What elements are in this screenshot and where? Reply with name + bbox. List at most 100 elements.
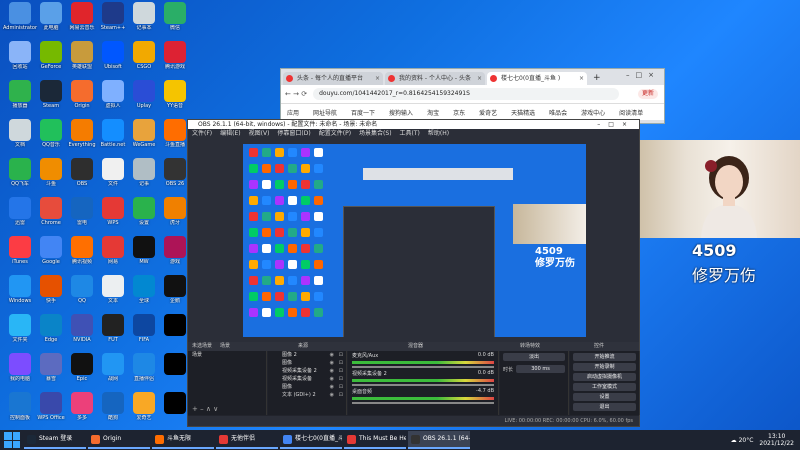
source-item[interactable]: 图像 ◉ ⊡	[268, 383, 346, 391]
obs-menu-item[interactable]: 工具(T)	[400, 130, 420, 137]
browser-tab[interactable]: 头条 - 每个人的直播平台 ×	[283, 72, 383, 85]
preview-desktop-icon	[262, 196, 271, 205]
source-item[interactable]: 图像 ◉ ⊡	[268, 359, 346, 367]
control-button[interactable]: 工作室模式	[573, 383, 636, 391]
new-tab-button[interactable]: +	[589, 72, 605, 85]
lock-icon[interactable]: ⊡	[339, 391, 343, 399]
forward-icon[interactable]: →	[293, 90, 299, 98]
back-icon[interactable]: ←	[285, 90, 291, 98]
taskbar-item[interactable]: Steam 登录	[24, 431, 86, 449]
obs-menu-item[interactable]: 场景集合(S)	[359, 130, 392, 137]
control-button[interactable]: 开始推流	[573, 353, 636, 361]
url-input[interactable]: douyu.com/1041442017_r=0.816425415932491…	[313, 88, 620, 100]
browser-tab[interactable]: 我的资料 - 个人中心 - 头条 ×	[385, 72, 485, 85]
bookmark-item[interactable]: 天猫精选	[511, 108, 535, 117]
app-icon	[411, 434, 420, 444]
obs-menu-item[interactable]: 文件(F)	[192, 130, 212, 137]
close-icon[interactable]: ×	[375, 72, 380, 85]
scene-item[interactable]: 场景	[188, 351, 266, 359]
bookmark-item[interactable]: 应用	[287, 108, 299, 117]
lock-icon[interactable]: ⊡	[339, 367, 343, 375]
lock-icon[interactable]: ⊡	[339, 375, 343, 383]
taskbar-item[interactable]: 楼七七0(0直播_斗...	[280, 431, 342, 449]
visibility-icon[interactable]: ◉	[330, 375, 334, 383]
visibility-icon[interactable]: ◉	[330, 367, 334, 375]
no-scene-label: 未选场景	[192, 343, 213, 349]
close-icon[interactable]: ×	[477, 72, 482, 85]
bookmark-item[interactable]: 百度一下	[351, 108, 375, 117]
source-item[interactable]: 文本 (GDI+) 2 ◉ ⊡	[268, 391, 346, 399]
weather-icon[interactable]: ☁	[731, 437, 737, 444]
app-icon	[164, 275, 186, 297]
preview-desktop-icon	[275, 292, 284, 301]
volume-slider[interactable]	[352, 384, 494, 386]
weather-temp[interactable]: 20°C	[739, 437, 754, 444]
app-icon	[164, 392, 186, 414]
control-button[interactable]: 开始录制	[573, 363, 636, 371]
obs-menu-item[interactable]: 停靠窗口(D)	[277, 130, 310, 137]
preview-desktop-icon	[301, 276, 310, 285]
control-button[interactable]: 启动虚拟摄像机	[573, 373, 636, 381]
close-icon[interactable]: ×	[579, 72, 584, 85]
bookmark-item[interactable]: 搜狗输入	[389, 108, 413, 117]
bookmark-item[interactable]: 网址导航	[313, 108, 337, 117]
clock[interactable]: 13:10 2021/12/22	[759, 433, 794, 447]
source-label: 文本 (GDI+) 2	[282, 392, 316, 398]
control-button[interactable]: 退出	[573, 403, 636, 411]
bookmark-item[interactable]: 京东	[453, 108, 465, 117]
bookmark-item[interactable]: 游戏中心	[581, 108, 605, 117]
update-button[interactable]: 更新	[637, 89, 658, 99]
taskbar-item[interactable]: Origin	[88, 431, 150, 449]
taskbar-item[interactable]: OBS 26.1.1 (64-bit...	[408, 431, 470, 449]
obs-menu-item[interactable]: 帮助(H)	[428, 130, 449, 137]
source-item[interactable]: 图像 2 ◉ ⊡	[268, 351, 346, 359]
visibility-icon[interactable]: ◉	[330, 391, 334, 399]
source-item[interactable]: 视频采集设备 2 ◉ ⊡	[268, 367, 346, 375]
obs-menu-item[interactable]: 编辑(E)	[220, 130, 240, 137]
obs-menu-item[interactable]: 视图(V)	[249, 130, 270, 137]
taskbar-item[interactable]: This Must Be Hell...	[344, 431, 406, 449]
volume-slider[interactable]	[352, 402, 494, 404]
bookmark-item[interactable]: 唯品会	[549, 108, 567, 117]
start-button[interactable]	[4, 432, 20, 448]
bookmark-item[interactable]: 淘宝	[427, 108, 439, 117]
browser-tab-active[interactable]: 楼七七0(0直播_斗鱼 ) ×	[487, 72, 587, 85]
obs-statusbar: LIVE: 00:00:00 REC: 00:00:00 CPU: 6.0%, …	[188, 416, 639, 426]
bookmark-item[interactable]: 阅读清单	[619, 108, 643, 117]
lock-icon[interactable]: ⊡	[339, 351, 343, 359]
taskbar-item[interactable]: 斗鱼无限	[152, 431, 214, 449]
lock-icon[interactable]: ⊡	[339, 383, 343, 391]
browser-window[interactable]: 头条 - 每个人的直播平台 × 我的资料 - 个人中心 - 头条 × 楼七七0(0直…	[280, 68, 665, 124]
app-icon	[133, 119, 155, 141]
window-controls[interactable]: –□×	[597, 120, 635, 129]
sources-dock: 来源 图像 2 ◉ ⊡ 图像 ◉ ⊡ 视频采集设备 2 ◉ ⊡ 视频采集设备 ◉ ⊡ 图像 ◉ ⊡ 文本 (G…	[268, 343, 347, 415]
app-icon	[40, 2, 62, 24]
desktop-icon[interactable]: YY语音	[157, 80, 193, 118]
volume-slider[interactable]	[352, 366, 494, 368]
obs-window[interactable]: OBS 26.1.1 (64-bit, windows) - 配置文件: 未命名…	[187, 119, 640, 427]
volume-meter	[352, 361, 494, 364]
desktop-icon[interactable]: 腾讯游戏	[157, 41, 193, 79]
window-controls[interactable]: –□×	[626, 71, 660, 79]
preview-name: 修罗万伤	[535, 258, 575, 269]
desktop-icon[interactable]: 微信	[157, 2, 193, 40]
duration-input[interactable]: 300 ms	[516, 365, 565, 373]
transition-select[interactable]: 淡出	[503, 353, 565, 361]
source-item[interactable]: 视频采集设备 ◉ ⊡	[268, 375, 346, 383]
obs-menu-item[interactable]: 配置文件(P)	[319, 130, 351, 137]
taskbar-item[interactable]: 无他伴侣	[216, 431, 278, 449]
lock-icon[interactable]: ⊡	[339, 359, 343, 367]
control-button[interactable]: 设置	[573, 393, 636, 401]
reload-icon[interactable]: ⟳	[301, 90, 307, 98]
visibility-icon[interactable]: ◉	[330, 351, 334, 359]
bookmarks-bar: 应用 网址导航 百度一下 搜狗输入 淘宝 京东 爱奇艺 天猫精选 唯品会 游戏中心 阅读清单	[281, 103, 664, 120]
visibility-icon[interactable]: ◉	[330, 359, 334, 367]
obs-preview[interactable]: 4509 修罗万伤	[243, 144, 586, 337]
preview-desktop-icon	[262, 308, 271, 317]
visibility-icon[interactable]: ◉	[330, 383, 334, 391]
scene-add-remove[interactable]: + – ∧ ∨	[192, 405, 218, 413]
controls-title: 控件	[594, 343, 605, 349]
viewer-number: 4509	[692, 241, 737, 260]
app-icon	[71, 197, 93, 219]
bookmark-item[interactable]: 爱奇艺	[479, 108, 497, 117]
